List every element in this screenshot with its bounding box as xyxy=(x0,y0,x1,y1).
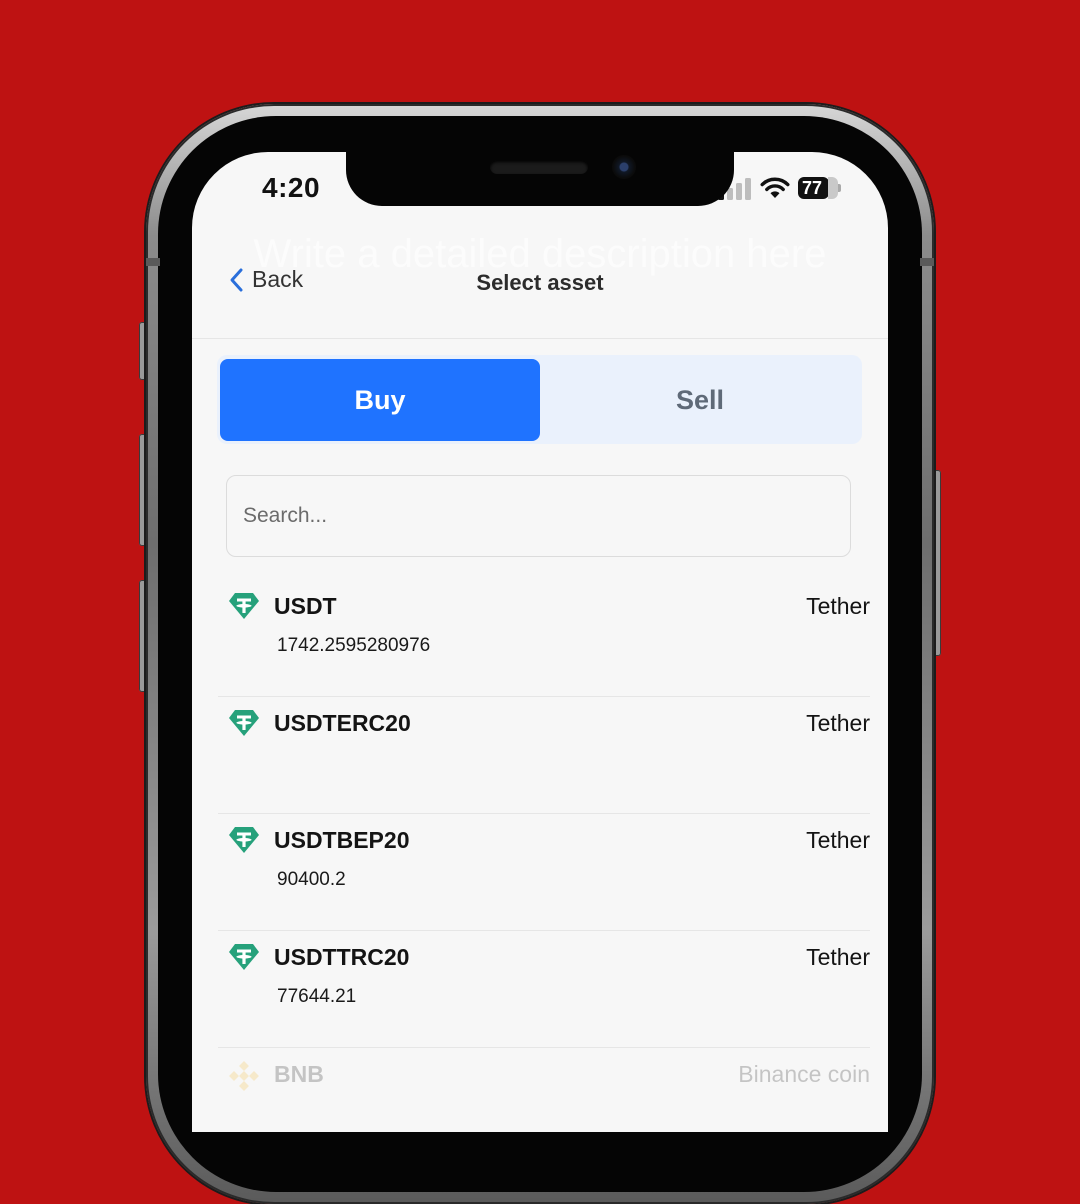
asset-row-usdttrc20[interactable]: USDTTRC20 Tether 77644.21 xyxy=(218,931,870,1048)
asset-symbol: USDTTRC20 xyxy=(274,944,410,970)
front-camera xyxy=(612,155,636,179)
tether-icon xyxy=(229,827,259,853)
header-divider xyxy=(192,338,888,339)
notch xyxy=(346,148,734,206)
battery-empty xyxy=(828,177,838,199)
asset-row-usdt[interactable]: USDT Tether 1742.2595280976 xyxy=(218,580,870,697)
buy-sell-toggle: Buy Sell xyxy=(217,355,862,444)
battery-cap xyxy=(838,184,841,192)
tether-icon xyxy=(229,710,259,736)
status-time: 4:20 xyxy=(262,172,321,203)
asset-balance: 77644.21 xyxy=(277,986,357,1007)
asset-row-usdtbep20[interactable]: USDTBEP20 Tether 90400.2 xyxy=(218,814,870,931)
asset-symbol: BNB xyxy=(274,1061,324,1087)
antenna-band xyxy=(920,258,934,266)
tether-icon xyxy=(229,593,259,619)
asset-balance: 90400.2 xyxy=(277,869,346,890)
asset-name: Tether xyxy=(806,710,870,736)
asset-row-bnb[interactable]: BNB Binance coin xyxy=(218,1048,870,1091)
wifi-icon xyxy=(760,177,790,198)
asset-balance: 1742.2595280976 xyxy=(277,635,431,656)
asset-name: Binance coin xyxy=(738,1061,870,1087)
tab-sell[interactable]: Sell xyxy=(540,359,860,441)
antenna-band xyxy=(146,258,160,266)
asset-symbol: USDTERC20 xyxy=(274,710,411,736)
tether-icon xyxy=(229,944,259,970)
asset-name: Tether xyxy=(806,827,870,853)
asset-name: Tether xyxy=(806,944,870,970)
binance-icon xyxy=(229,1061,259,1091)
search-input[interactable] xyxy=(226,475,851,557)
power-button xyxy=(933,470,941,656)
page-title: Select asset xyxy=(476,270,604,295)
battery-indicator: 77 xyxy=(798,177,841,199)
asset-name: Tether xyxy=(806,593,870,619)
asset-symbol: USDTBEP20 xyxy=(274,827,410,853)
tab-buy[interactable]: Buy xyxy=(220,359,540,441)
earpiece-speaker xyxy=(490,160,588,174)
battery-percent: 77 xyxy=(802,178,823,198)
asset-row-usdterc20[interactable]: USDTERC20 Tether xyxy=(218,697,870,814)
asset-symbol: USDT xyxy=(274,593,337,619)
